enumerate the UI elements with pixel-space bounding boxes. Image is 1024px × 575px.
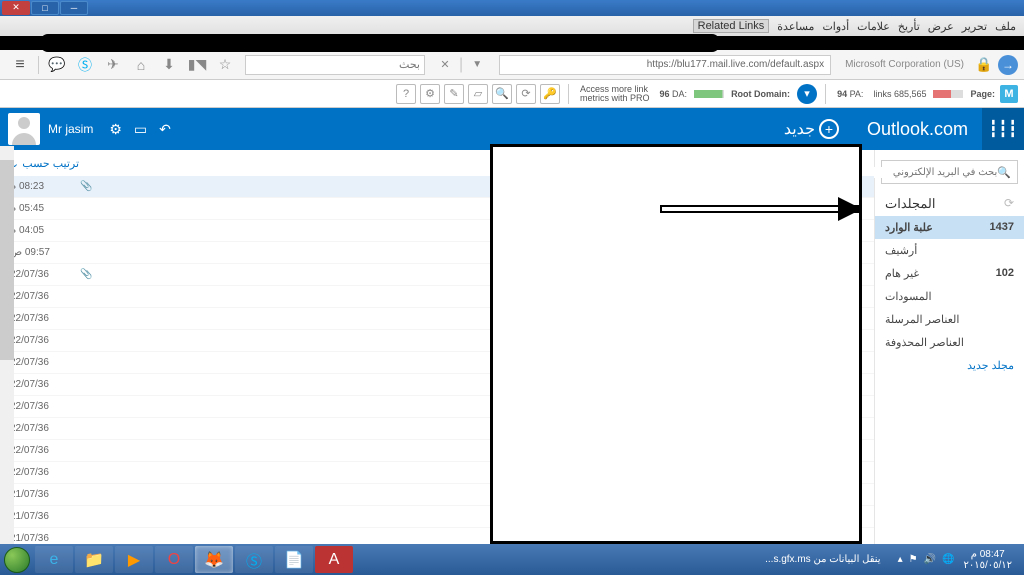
- scroll-thumb[interactable]: [0, 160, 14, 360]
- help-icon[interactable]: ?: [396, 84, 416, 104]
- skype-icon[interactable]: Ⓢ: [76, 56, 94, 74]
- menu-tools[interactable]: أدوات: [822, 20, 849, 33]
- site-identity[interactable]: Microsoft Corporation (US): [845, 59, 964, 70]
- folder-item[interactable]: 1437علبة الوارد: [875, 216, 1024, 239]
- bookmark-icon[interactable]: ▮◥: [188, 56, 206, 74]
- search-clear-icon[interactable]: ✕: [436, 56, 454, 74]
- new-folder-link[interactable]: مجلد جديد: [875, 354, 1024, 377]
- annotation-arrow: [660, 205, 860, 213]
- taskbar-firefox-icon[interactable]: 🦊: [195, 546, 233, 573]
- tray-up-icon[interactable]: ▴: [898, 554, 903, 565]
- app-launcher-icon[interactable]: ┇┇┇: [982, 108, 1024, 150]
- new-mail-button[interactable]: جديد +: [784, 119, 839, 139]
- mail-search[interactable]: 🔍: [881, 160, 1018, 184]
- send-icon[interactable]: ✈: [104, 56, 122, 74]
- tray-network-icon[interactable]: 🌐: [942, 554, 954, 565]
- search-icon: 🔍: [997, 166, 1011, 179]
- messenger-icon[interactable]: ▭: [134, 121, 147, 138]
- gear-icon[interactable]: ⚙: [420, 84, 440, 104]
- taskbar: e 📁 ▶ O 🦊 Ⓢ 📄 A ينقل البيانات من s.gfx.m…: [0, 544, 1024, 575]
- highlight-icon[interactable]: ▱: [468, 84, 488, 104]
- home-icon[interactable]: ⌂: [132, 56, 150, 74]
- star-icon[interactable]: ☆: [216, 56, 234, 74]
- taskbar-ie-icon[interactable]: e: [35, 546, 73, 573]
- download-icon[interactable]: ⬇: [160, 56, 178, 74]
- menu-edit[interactable]: تحرير: [962, 20, 987, 33]
- start-button[interactable]: [0, 544, 34, 575]
- folder-item[interactable]: أرشيف: [875, 239, 1024, 262]
- url-input[interactable]: [499, 55, 831, 75]
- related-links[interactable]: Related Links: [693, 19, 770, 33]
- avatar[interactable]: [8, 113, 40, 145]
- menu-history[interactable]: تأريخ: [898, 20, 920, 33]
- folder-item[interactable]: العناصر المحذوفة: [875, 331, 1024, 354]
- refresh-folders-icon[interactable]: ⟳: [1004, 196, 1014, 212]
- tab-strip-redacted: [0, 36, 1024, 50]
- root-dropdown-icon[interactable]: ▾: [797, 84, 817, 104]
- plus-icon: +: [819, 119, 839, 139]
- taskbar-media-icon[interactable]: ▶: [115, 546, 153, 573]
- window-minimize-button[interactable]: ─: [60, 1, 88, 15]
- magnify-icon[interactable]: 🔍: [492, 84, 512, 104]
- moz-icon[interactable]: M: [1000, 85, 1018, 103]
- folder-item[interactable]: 102غير هام: [875, 262, 1024, 285]
- hamburger-icon[interactable]: ≡: [11, 56, 29, 74]
- scrollbar[interactable]: [0, 146, 14, 544]
- outlook-brand[interactable]: Outlook.com: [867, 119, 968, 140]
- tray-flag-icon[interactable]: ⚑: [909, 554, 918, 565]
- chat-icon[interactable]: 💬: [48, 56, 66, 74]
- menu-help[interactable]: مساعدة: [777, 20, 814, 33]
- lock-icon: 🔒: [975, 56, 993, 74]
- folder-item[interactable]: العناصر المرسلة: [875, 308, 1024, 331]
- menu-bookmarks[interactable]: علامات: [857, 20, 890, 33]
- mail-search-input[interactable]: [865, 167, 997, 178]
- browser-search-input[interactable]: [245, 55, 425, 75]
- taskbar-skype-icon[interactable]: Ⓢ: [235, 546, 273, 573]
- tray-volume-icon[interactable]: 🔊: [924, 554, 936, 565]
- username[interactable]: Mr jasim: [48, 122, 93, 136]
- refresh-seo-icon[interactable]: ⟳: [516, 84, 536, 104]
- dropdown-icon[interactable]: ▼: [468, 56, 486, 74]
- taskbar-opera-icon[interactable]: O: [155, 546, 193, 573]
- status-text: ينقل البيانات من s.gfx.ms...: [765, 554, 880, 565]
- taskbar-explorer-icon[interactable]: 📁: [75, 546, 113, 573]
- menu-view[interactable]: عرض: [928, 20, 954, 33]
- folder-item[interactable]: المسودات: [875, 285, 1024, 308]
- pa-bar: [933, 90, 963, 98]
- reply-icon[interactable]: ↶: [159, 121, 171, 138]
- taskbar-clock[interactable]: 08:47 م ٢٠١٥/٠٥/١٢: [963, 549, 1012, 571]
- window-close-button[interactable]: ✕: [2, 1, 30, 15]
- taskbar-notepad-icon[interactable]: 📄: [275, 546, 313, 573]
- da-bar: [694, 90, 724, 98]
- menu-file[interactable]: ملف: [995, 20, 1016, 33]
- settings-gear-icon[interactable]: ⚙: [109, 121, 122, 138]
- browser-toolbar: ≡ 💬 Ⓢ ✈ ⌂ ⬇ ▮◥ ☆ ✕ | ▼ Microsoft Corpora…: [0, 50, 1024, 80]
- key-icon[interactable]: 🔑: [540, 84, 560, 104]
- seo-access[interactable]: Access more link metrics with PRO: [580, 85, 650, 103]
- system-tray[interactable]: ▴ ⚑ 🔊 🌐 08:47 م ٢٠١٥/٠٥/١٢: [889, 549, 1024, 571]
- annotation-overlay-box: [490, 144, 862, 544]
- browser-menubar: Related Links مساعدة أدوات علامات تأريخ …: [0, 16, 1024, 36]
- window-maximize-button[interactable]: □: [31, 1, 59, 15]
- folders-title: المجلدات: [885, 196, 935, 212]
- go-button[interactable]: →: [998, 55, 1018, 75]
- taskbar-adobe-icon[interactable]: A: [315, 546, 353, 573]
- window-titlebar: ✕ □ ─: [0, 0, 1024, 16]
- seo-toolbar: ? ⚙ ✎ ▱ 🔍 ⟳ 🔑 Access more link metrics w…: [0, 80, 1024, 108]
- marker-icon[interactable]: ✎: [444, 84, 464, 104]
- folder-sidebar: 🔍 ⟳ المجلدات 1437علبة الواردأرشيف102غير …: [874, 150, 1024, 548]
